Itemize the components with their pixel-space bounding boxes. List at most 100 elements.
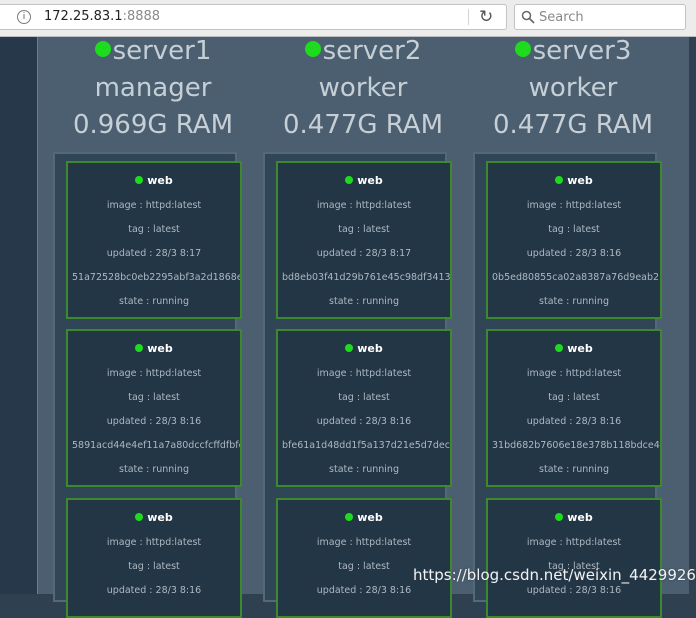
server-name: server1 [112,36,212,66]
container-updated: updated : 28/3 8:17 [106,248,202,259]
server-header: server3 worker 0.477G RAM [468,37,678,140]
container-title: web [68,174,240,188]
container-updated: updated : 28/3 8:16 [106,585,202,596]
container-updated: updated : 28/3 8:16 [526,416,622,427]
container-id: 5891acd44e4ef11a7a80dccfcffdfbfc [72,440,240,451]
container-name: web [357,342,383,355]
container-title: web [278,342,450,356]
container-id: 0b5ed80855ca02a8387a76d9eab2 [492,272,660,283]
server-name-line: server3 [468,37,678,66]
container-tag: tag : latest [548,224,600,235]
container-card[interactable]: web image : httpd:latest tag : latest updat… [486,161,662,319]
container-name: web [357,511,383,524]
server-name: server2 [322,36,422,66]
container-name: web [567,342,593,355]
container-name: web [147,174,173,187]
info-icon[interactable]: i [17,10,31,24]
container-card[interactable]: web image : httpd:latest tag : latest updat… [486,498,662,618]
container-image: image : httpd:latest [106,537,202,548]
container-updated: updated : 28/3 8:16 [316,416,412,427]
container-name: web [147,511,173,524]
container-card[interactable]: web image : httpd:latest tag : latest updat… [66,161,242,319]
address-bar[interactable]: i 172.25.83.1:8888 ↻ [0,4,507,30]
container-tag: tag : latest [338,392,390,403]
container-title: web [278,511,450,525]
container-title: web [488,511,660,525]
right-strip [689,37,696,594]
container-image: image : httpd:latest [526,200,622,211]
container-state: state : running [539,296,609,307]
container-image: image : httpd:latest [526,368,622,379]
container-tag: tag : latest [338,224,390,235]
status-dot-icon [135,176,144,184]
container-name: web [567,511,593,524]
container-card[interactable]: web image : httpd:latest tag : latest updat… [276,161,452,319]
container-updated: updated : 28/3 8:16 [106,416,202,427]
container-state: state : running [119,464,189,475]
server-ram: 0.969G RAM [72,110,234,140]
server-role: worker [318,73,408,103]
container-state: state : running [329,464,399,475]
container-state: state : running [329,296,399,307]
container-name: web [357,174,383,187]
url-text[interactable]: 172.25.83.1:8888 [44,9,160,24]
status-dot-icon [345,344,354,352]
container-id: bd8eb03f41d29b761e45c98df3413 [282,272,450,283]
container-card[interactable]: web image : httpd:latest tag : latest updat… [276,329,452,487]
container-updated: updated : 28/3 8:16 [526,248,622,259]
container-id: bfe61a1d48dd1f5a137d21e5d7dec [282,440,450,451]
status-dot-icon [555,176,564,184]
status-dot-icon [555,344,564,352]
status-dot-icon [514,41,531,57]
status-dot-icon [345,513,354,521]
left-panel [0,37,37,594]
container-title: web [278,174,450,188]
container-card[interactable]: web image : httpd:latest tag : latest updat… [486,329,662,487]
container-title: web [488,174,660,188]
server-role: manager [94,73,212,103]
server-column: web image : httpd:latest tag : latest updat… [263,152,452,618]
container-image: image : httpd:latest [106,368,202,379]
container-state: state : running [119,296,189,307]
container-state: state : running [539,464,609,475]
server-ram: 0.477G RAM [282,110,444,140]
container-updated: updated : 28/3 8:16 [316,585,412,596]
container-name: web [147,342,173,355]
reload-icon[interactable]: ↻ [479,5,493,29]
container-tag: tag : latest [128,224,180,235]
container-image: image : httpd:latest [316,368,412,379]
server-header: server2 worker 0.477G RAM [258,37,468,140]
url-divider [468,9,469,25]
server-header: server1 manager 0.969G RAM [48,37,258,140]
container-id: 51a72528bc0eb2295abf3a2d1868e [72,272,240,283]
status-dot-icon [345,176,354,184]
server-name-line: server2 [258,37,468,66]
container-title: web [488,342,660,356]
container-tag: tag : latest [548,392,600,403]
server-ram: 0.477G RAM [492,110,654,140]
container-image: image : httpd:latest [316,537,412,548]
url-port: :8888 [122,9,161,24]
container-card[interactable]: web image : httpd:latest tag : latest updat… [66,329,242,487]
browser-toolbar: i 172.25.83.1:8888 ↻ Search [0,0,696,37]
status-dot-icon [94,41,111,57]
search-input[interactable]: Search [514,4,686,30]
container-image: image : httpd:latest [526,537,622,548]
container-image: image : httpd:latest [106,200,202,211]
container-card[interactable]: web image : httpd:latest tag : latest updat… [276,498,452,618]
container-updated: updated : 28/3 8:16 [526,585,622,596]
container-card[interactable]: web image : httpd:latest tag : latest updat… [66,498,242,618]
server-column: web image : httpd:latest tag : latest updat… [473,152,662,618]
container-title: web [68,342,240,356]
status-dot-icon [135,513,144,521]
status-dot-icon [555,513,564,521]
container-id: 31bd682b7606e18e378b118bdce4 [492,440,660,451]
url-host: 172.25.83.1 [44,9,123,24]
server-role: worker [528,73,618,103]
search-placeholder: Search [539,10,584,25]
status-dot-icon [304,41,321,57]
server-name: server3 [532,36,632,66]
search-icon [521,10,535,24]
watermark: https://blog.csdn.net/weixin_44299264 [413,566,696,584]
status-dot-icon [135,344,144,352]
